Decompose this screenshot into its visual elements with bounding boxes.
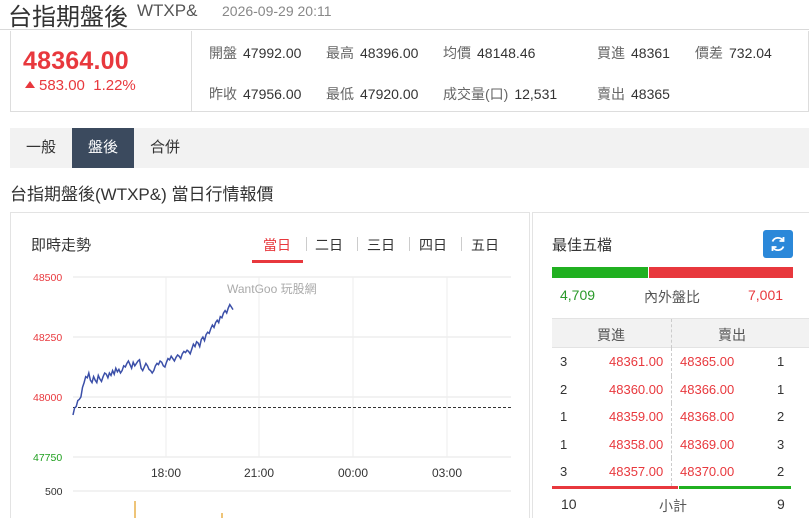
bid-price: 48358.00 [609, 436, 664, 452]
order-book-row: 3 48361.00 48365.00 1 [552, 348, 809, 376]
quote-low: 最低 47920.00 [326, 86, 419, 102]
ask-total-bar [679, 486, 791, 489]
order-book-row: 2 48360.00 48366.00 1 [552, 375, 809, 403]
ask-qty: 3 [777, 436, 785, 452]
tab-after-hours[interactable]: 盤後 [72, 128, 134, 168]
x-tick-label: 21:00 [244, 466, 274, 480]
bid-qty: 2 [560, 381, 568, 397]
ask-header: 賣出 [718, 327, 746, 343]
ask-qty: 2 [777, 409, 785, 424]
y-tick-label: 47750 [33, 452, 62, 464]
quote-avg: 均價 48148.46 [443, 45, 536, 61]
bid-header: 買進 [597, 327, 625, 343]
change-percent: 1.22% [93, 77, 136, 94]
refresh-button[interactable] [763, 230, 793, 258]
quote-open: 開盤 47992.00 [209, 45, 302, 61]
refresh-icon [771, 236, 785, 252]
bid-price: 48361.00 [609, 354, 664, 369]
quote-timestamp: 2026-09-29 20:11 [222, 3, 332, 19]
quote-volume: 成交量(口) 12,531 [443, 86, 558, 102]
quote-bid: 買進 48361 [597, 45, 670, 61]
section-title: 台指期盤後(WTXP&) 當日行情報價 [10, 185, 274, 204]
bid-total-bar [552, 486, 678, 489]
tab-general[interactable]: 一般 [10, 128, 72, 168]
order-book-row: 1 48358.00 48369.00 3 [552, 430, 809, 458]
ask-price: 48370.00 [680, 464, 735, 479]
table-header: 買進 賣出 [552, 318, 809, 348]
x-tick-label: 18:00 [151, 466, 181, 480]
ask-qty: 1 [777, 381, 785, 397]
y-tick-label: 48250 [33, 332, 62, 344]
y-tick-label: 48500 [33, 272, 62, 284]
order-book-row: 3 48357.00 48370.00 2 [552, 458, 809, 486]
market-tabs: 一般 盤後 合併 [10, 128, 809, 168]
inner-volume: 4,709 [560, 287, 596, 303]
order-book-row: 1 48359.00 48368.00 2 [552, 403, 809, 431]
price-line [72, 303, 234, 416]
bid-qty: 3 [560, 354, 568, 369]
order-book-table: 買進 賣出 3 48361.00 48365.00 1 2 48360.00 48366.0… [552, 318, 809, 486]
page-title: 台指期盤後 [8, 3, 128, 31]
last-price: 48364.00 [23, 47, 129, 75]
intraday-chart: 48500 48250 48000 47750 18:00 21:00 00:00 03:00… [33, 272, 511, 518]
ask-price: 48369.00 [680, 436, 735, 452]
x-tick-label: 03:00 [432, 466, 462, 480]
change-value: 583.00 [39, 77, 85, 94]
symbol-code: WTXP& [137, 1, 198, 20]
bid-qty: 1 [560, 436, 568, 452]
quote-high: 最高 48396.00 [326, 45, 419, 61]
divider [671, 348, 672, 376]
outer-volume: 7,001 [748, 287, 784, 303]
title-bar: 台指期盤後 WTXP& 2026-09-29 20:11 [0, 0, 809, 31]
divider [671, 375, 672, 403]
price-change: 583.00 1.22% [25, 77, 136, 94]
ask-qty: 1 [777, 354, 785, 369]
up-arrow-icon [25, 81, 35, 88]
outer-volume-bar [649, 267, 793, 278]
bid-qty: 1 [560, 409, 568, 424]
ask-price: 48368.00 [680, 409, 735, 424]
order-book-rows: 3 48361.00 48365.00 1 2 48360.00 48366.00 1 1 483… [552, 348, 809, 486]
tab-combined[interactable]: 合併 [134, 128, 196, 168]
order-book-title: 最佳五檔 [552, 237, 613, 254]
bid-price: 48360.00 [609, 381, 664, 397]
bid-total: 10 [561, 496, 577, 512]
ask-total: 9 [777, 496, 785, 512]
ratio-label: 內外盤比 [644, 289, 700, 305]
bid-price: 48359.00 [609, 409, 664, 424]
divider [671, 319, 672, 348]
quote-ask: 賣出 48365 [597, 86, 670, 102]
ask-qty: 2 [777, 464, 785, 479]
inner-volume-bar [552, 267, 648, 278]
volume-tick-label: 500 [45, 486, 63, 498]
divider [191, 31, 192, 112]
bid-qty: 3 [560, 464, 568, 479]
order-book-panel: 最佳五檔 4,709 內外盤比 7,001 買進 賣出 3 48361.00 483… [532, 212, 809, 518]
ask-price: 48366.00 [680, 381, 735, 397]
y-tick-label: 48000 [33, 392, 62, 404]
quote-prev-close: 昨收 47956.00 [209, 86, 302, 102]
intraday-panel: 即時走勢 當日 二日 三日 四日 五日 48500 48250 48000 47750… [10, 212, 530, 518]
quote-summary: 48364.00 583.00 1.22% 開盤 47992.00 最高 48396… [10, 31, 809, 112]
watermark: WantGoo 玩股網 [227, 282, 317, 296]
bid-price: 48357.00 [609, 464, 664, 479]
subtotal-label: 小計 [659, 498, 687, 514]
divider [671, 403, 672, 431]
divider [671, 458, 672, 486]
x-tick-label: 00:00 [338, 466, 368, 480]
divider [671, 430, 672, 458]
ask-price: 48365.00 [680, 354, 735, 369]
quote-spread: 價差 732.04 [695, 45, 772, 61]
